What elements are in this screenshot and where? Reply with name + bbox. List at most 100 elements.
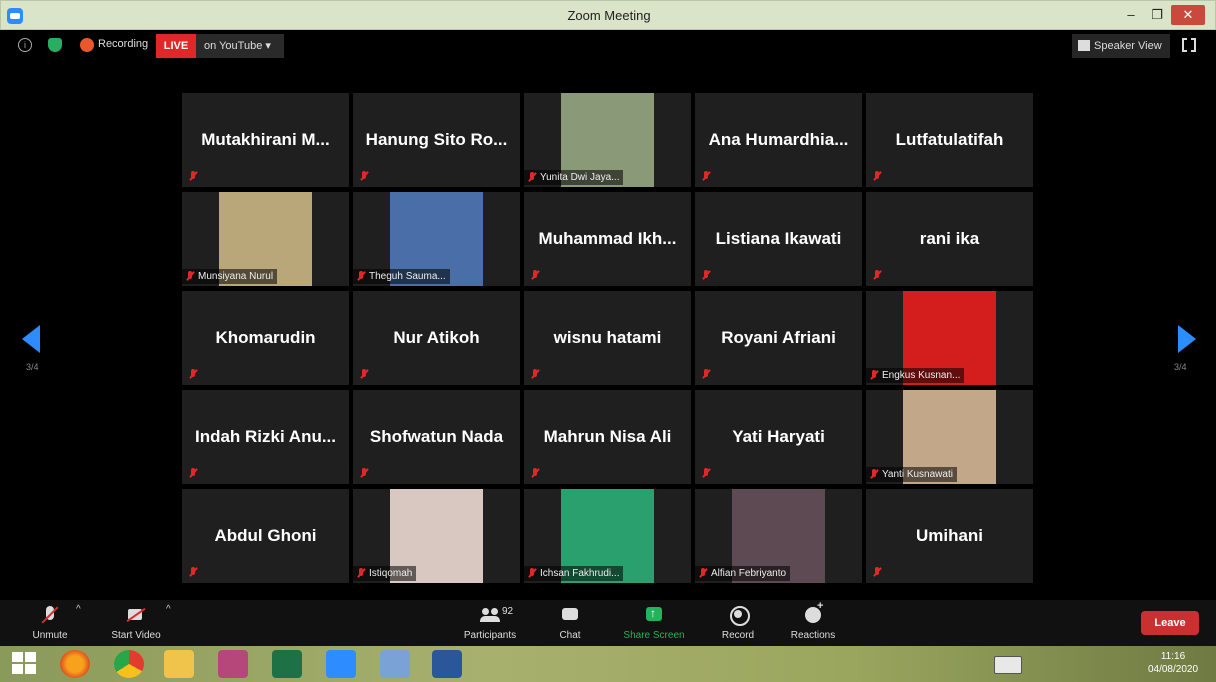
participant-name: Khomarudin (215, 328, 316, 347)
participant-tile[interactable]: wisnu hatami (524, 291, 691, 385)
reactions-icon (803, 600, 823, 624)
participant-name: Yanti Kusnawati (882, 469, 953, 480)
taskbar-clock[interactable]: 11:16 04/08/2020 (1140, 650, 1206, 676)
maximize-button[interactable]: ❐ (1145, 5, 1169, 25)
participant-name: Yunita Dwi Jaya... (540, 172, 620, 183)
participants-button[interactable]: 92 Participants (450, 600, 530, 646)
participant-name: Ana Humardhia... (708, 130, 849, 149)
muted-mic-icon (873, 567, 881, 578)
participant-tile[interactable]: Yati Haryati (695, 390, 862, 484)
windows-start-icon[interactable] (12, 652, 38, 676)
chrome-icon[interactable] (114, 650, 144, 678)
participant-tile[interactable]: Abdul Ghoni (182, 489, 349, 583)
start-video-label: Start Video (111, 630, 161, 641)
chat-button[interactable]: Chat (530, 600, 610, 646)
record-icon (728, 606, 750, 626)
participant-tile[interactable]: Lutfatulatifah (866, 93, 1033, 187)
muted-mic-icon (40, 606, 60, 624)
video-options-chevron-icon[interactable]: ^ (166, 604, 171, 615)
muted-mic-icon (357, 568, 365, 579)
audio-options-chevron-icon[interactable]: ^ (76, 604, 81, 615)
participant-tile[interactable]: Engkus Kusnan... (866, 291, 1033, 385)
muted-mic-icon (189, 171, 197, 182)
next-page-arrow-icon[interactable] (1178, 325, 1196, 353)
participant-name: Listiana Ikawati (715, 229, 842, 248)
record-button[interactable]: Record (698, 600, 778, 646)
muted-mic-icon (357, 271, 365, 282)
paint-icon[interactable] (380, 650, 410, 678)
youtube-stream-dropdown[interactable]: on YouTube ▾ (196, 34, 284, 58)
share-screen-label: Share Screen (623, 630, 685, 641)
participants-count: 92 (502, 606, 514, 617)
video-off-icon (126, 606, 146, 624)
prev-page-arrow-icon[interactable] (22, 325, 40, 353)
participant-name: Yati Haryati (732, 427, 825, 446)
participant-video-label: Yunita Dwi Jaya... (524, 170, 624, 185)
paint-app-icon[interactable] (218, 650, 248, 678)
muted-mic-icon (360, 468, 368, 479)
participant-tile[interactable]: Mutakhirani M... (182, 93, 349, 187)
recording-label: Recording (98, 38, 149, 50)
participant-name: Abdul Ghoni (214, 526, 317, 545)
excel-icon[interactable] (272, 650, 302, 678)
firefox-icon[interactable] (60, 650, 90, 678)
unmute-button[interactable]: ^ Unmute (10, 600, 90, 646)
speaker-view-button[interactable]: Speaker View (1072, 34, 1170, 58)
security-shield-icon[interactable] (48, 38, 62, 52)
participant-tile[interactable]: Indah Rizki Anu... (182, 390, 349, 484)
close-button[interactable]: ✕ (1171, 5, 1205, 25)
zoom-taskbar-icon[interactable] (326, 650, 356, 678)
muted-mic-icon (873, 171, 881, 182)
muted-mic-icon (186, 271, 194, 282)
participant-tile[interactable]: Theguh Sauma... (353, 192, 520, 286)
reactions-label: Reactions (790, 630, 836, 641)
file-explorer-icon[interactable] (164, 650, 194, 678)
muted-mic-icon (189, 468, 197, 479)
chat-label: Chat (559, 630, 581, 641)
keyboard-icon[interactable] (994, 656, 1022, 674)
participant-video-label: Munsiyana Nurul (182, 269, 278, 284)
participant-tile[interactable]: rani ika (866, 192, 1033, 286)
muted-mic-icon (360, 171, 368, 182)
participant-video-label: Alfian Febriyanto (695, 566, 791, 581)
participant-tile[interactable]: Alfian Febriyanto (695, 489, 862, 583)
participant-tile[interactable]: Munsiyana Nurul (182, 192, 349, 286)
participant-tile[interactable]: Yunita Dwi Jaya... (524, 93, 691, 187)
word-icon[interactable] (432, 650, 462, 678)
share-screen-button[interactable]: Share Screen (614, 600, 694, 646)
live-badge: LIVE (156, 34, 196, 58)
minimize-button[interactable]: – (1119, 5, 1143, 25)
participant-tile[interactable]: Khomarudin (182, 291, 349, 385)
participant-tile[interactable]: Royani Afriani (695, 291, 862, 385)
participant-tile[interactable]: Muhammad Ikh... (524, 192, 691, 286)
participant-tile[interactable]: Shofwatun Nada (353, 390, 520, 484)
participant-tile[interactable]: Yanti Kusnawati (866, 390, 1033, 484)
participant-tile[interactable]: Ana Humardhia... (695, 93, 862, 187)
fullscreen-icon[interactable] (1182, 37, 1196, 53)
participant-tile[interactable]: Hanung Sito Ro... (353, 93, 520, 187)
muted-mic-icon (702, 468, 710, 479)
participant-tile[interactable]: Mahrun Nisa Ali (524, 390, 691, 484)
muted-mic-icon (702, 171, 710, 182)
participant-tile[interactable]: Ichsan Fakhrudi... (524, 489, 691, 583)
participant-name: Engkus Kusnan... (882, 370, 961, 381)
participant-tile[interactable]: Listiana Ikawati (695, 192, 862, 286)
participant-tile[interactable]: Nur Atikoh (353, 291, 520, 385)
participant-name: wisnu hatami (553, 328, 662, 347)
info-icon[interactable]: i (18, 38, 32, 52)
participant-name: Lutfatulatifah (895, 130, 1004, 149)
participant-name: Umihani (915, 526, 984, 545)
participant-tile[interactable]: Istiqomah (353, 489, 520, 583)
title-bar: Zoom Meeting – ❐ ✕ (0, 0, 1216, 30)
unmute-label: Unmute (32, 630, 68, 641)
participant-name: Muhammad Ikh... (538, 229, 677, 248)
system-tray-icons[interactable] (1040, 652, 1124, 676)
clock-time: 11:16 (1160, 651, 1186, 662)
participant-tile[interactable]: Umihani (866, 489, 1033, 583)
leave-button[interactable]: Leave (1141, 611, 1199, 635)
page-indicator-left: 3/4 (26, 362, 39, 372)
start-video-button[interactable]: ^ Start Video (96, 600, 176, 646)
reactions-button[interactable]: Reactions (773, 600, 853, 646)
zoom-window: Zoom Meeting – ❐ ✕ i Recording LIVE on Y… (0, 0, 1216, 682)
participant-name: Indah Rizki Anu... (194, 427, 337, 446)
